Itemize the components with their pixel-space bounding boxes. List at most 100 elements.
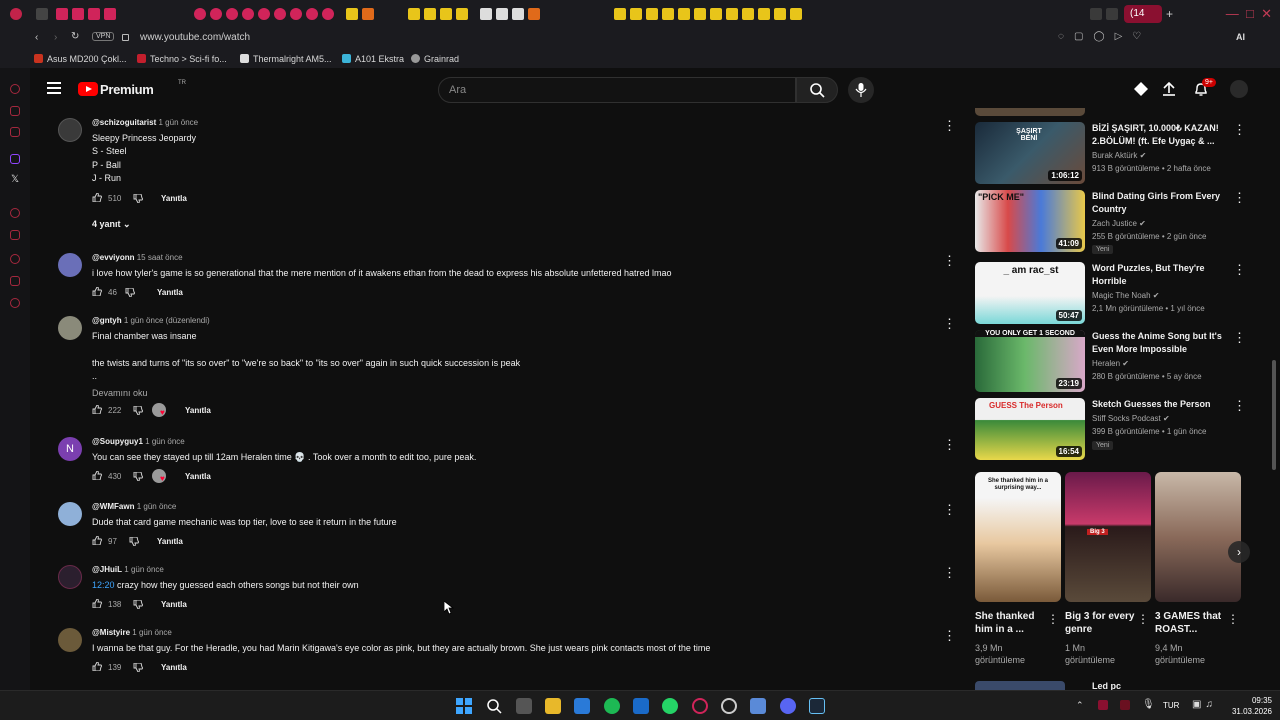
comment-author[interactable]: @Soupyguy1 [92, 437, 143, 446]
tab-icon[interactable] [1106, 8, 1118, 20]
aria-icon[interactable]: AI [1236, 32, 1245, 42]
more-options-icon[interactable]: ⋮ [943, 565, 956, 581]
tab-icon[interactable] [662, 8, 674, 20]
reply-button[interactable]: Yanıtla [161, 600, 187, 609]
sidebar-icon[interactable] [10, 208, 20, 218]
tab-icon[interactable] [56, 8, 68, 20]
tab-icon[interactable] [362, 8, 374, 20]
dislike-icon[interactable] [133, 600, 143, 610]
comment-time[interactable]: 1 gün önce [145, 437, 185, 446]
comment-time[interactable]: 15 saat önce [137, 253, 183, 262]
tab-icon[interactable] [104, 8, 116, 20]
premium-logo-text[interactable]: Premium [100, 82, 154, 97]
scrollbar[interactable] [1272, 360, 1276, 470]
tab-icon[interactable] [88, 8, 100, 20]
system-tray-icons[interactable]: ▣♫ [1192, 699, 1217, 710]
tab-icon[interactable] [630, 8, 642, 20]
more-options-icon[interactable]: ⋮ [1137, 612, 1149, 626]
search-input[interactable] [439, 78, 795, 102]
url-field[interactable]: www.youtube.com/watch [140, 32, 250, 43]
short-title[interactable]: 3 GAMES that ROAST... [1155, 610, 1225, 636]
tab-icon[interactable] [36, 8, 48, 20]
bookmark-item[interactable]: A101 Ekstra [342, 54, 404, 64]
tab-icon[interactable] [408, 8, 420, 20]
video-thumbnail[interactable]: ŞAŞIRT BENİ 1:06:12 [975, 122, 1085, 184]
avatar[interactable] [58, 316, 82, 340]
like-icon[interactable] [92, 536, 102, 546]
comment-author[interactable]: @gntyh [92, 316, 122, 325]
bookmark-item[interactable]: Thermalright AM5... [240, 54, 332, 64]
video-thumbnail[interactable]: _ am rac_st 50:47 [975, 262, 1085, 324]
language-indicator[interactable]: TUR [1163, 701, 1179, 710]
video-thumbnail[interactable]: YOU ONLY GET 1 SECOND 23:19 [975, 330, 1085, 392]
discord-icon[interactable] [780, 698, 796, 714]
tab-icon[interactable] [440, 8, 452, 20]
vscode-icon[interactable] [633, 698, 649, 714]
tab-icon[interactable] [528, 8, 540, 20]
comment-time[interactable]: 1 gün önce [137, 502, 177, 511]
task-view-icon[interactable] [516, 698, 532, 714]
timestamp-link[interactable]: 12:20 [92, 580, 115, 590]
like-icon[interactable] [92, 287, 102, 297]
comment-author[interactable]: @schizoguitarist [92, 118, 156, 127]
more-options-icon[interactable]: ⋮ [943, 502, 956, 518]
related-video[interactable]: GUESS The Person 16:54 Sketch Guesses th… [975, 398, 1250, 462]
reply-button[interactable]: Yanıtla [185, 472, 211, 481]
video-thumbnail[interactable] [975, 681, 1065, 690]
video-thumbnail[interactable]: "PICK ME" 41:09 [975, 190, 1085, 252]
short-thumbnail[interactable] [1155, 472, 1241, 602]
bookmark-item[interactable]: Grainrad [411, 54, 459, 64]
video-title[interactable]: Sketch Guesses the Person [1092, 398, 1222, 411]
tab-icon[interactable] [226, 8, 238, 20]
video-title[interactable]: BİZİ ŞAŞIRT, 10.000₺ KAZAN! 2.BÖLÜM! (ft… [1092, 122, 1222, 147]
tab-icon[interactable] [774, 8, 786, 20]
video-title[interactable]: Blind Dating Girls From Every Country [1092, 190, 1222, 215]
tab-icon[interactable] [306, 8, 318, 20]
like-icon[interactable] [92, 471, 102, 481]
reply-button[interactable]: Yanıtla [157, 537, 183, 546]
avatar[interactable] [58, 565, 82, 589]
comment-author[interactable]: @WMFawn [92, 502, 134, 511]
tab-icon[interactable] [424, 8, 436, 20]
short-title[interactable]: Big 3 for every genre [1065, 610, 1135, 636]
active-tab[interactable]: (14 [1124, 5, 1162, 23]
reload-icon[interactable]: ↻ [71, 31, 79, 42]
dislike-icon[interactable] [133, 193, 143, 203]
tab-icon[interactable] [646, 8, 658, 20]
more-options-icon[interactable]: ⋮ [1233, 262, 1246, 278]
comment-time[interactable]: 1 gün önce [159, 118, 199, 127]
channel-name[interactable]: Burak Aktürk ✔ [1092, 151, 1146, 160]
tray-icon[interactable] [1098, 700, 1108, 710]
more-options-icon[interactable]: ⋮ [943, 437, 956, 453]
tab-icon[interactable] [290, 8, 302, 20]
tab-icon[interactable] [194, 8, 206, 20]
account-avatar[interactable] [1230, 80, 1248, 98]
comment-author[interactable]: @evviyonn [92, 253, 134, 262]
comment-author[interactable]: @JHuiL [92, 565, 122, 574]
video-thumbnail[interactable]: GUESS The Person 16:54 [975, 398, 1085, 460]
tray-icon[interactable] [1120, 700, 1130, 710]
tab-icon[interactable] [210, 8, 222, 20]
tab-icon[interactable] [790, 8, 802, 20]
sidebar-icon[interactable] [10, 106, 20, 116]
related-video[interactable]: _ am rac_st 50:47 Word Puzzles, But They… [975, 262, 1250, 326]
tab-icon[interactable] [694, 8, 706, 20]
tab-icon[interactable] [758, 8, 770, 20]
more-options-icon[interactable]: ⋮ [943, 118, 956, 134]
comment-time[interactable]: 1 gün önce (düzenlendi) [124, 316, 210, 325]
video-thumbnail[interactable] [975, 108, 1085, 116]
more-options-icon[interactable]: ⋮ [1227, 612, 1239, 626]
read-more-link[interactable]: Devamını oku [92, 388, 922, 398]
search-button[interactable] [796, 77, 838, 103]
more-options-icon[interactable]: ⋮ [1233, 398, 1246, 414]
more-options-icon[interactable]: ⋮ [1233, 330, 1246, 346]
tab-icon[interactable] [1090, 8, 1102, 20]
tab-icon[interactable] [346, 8, 358, 20]
chevron-right-icon[interactable]: › [1228, 541, 1250, 563]
tab-icon[interactable] [742, 8, 754, 20]
dislike-icon[interactable] [133, 405, 143, 415]
dislike-icon[interactable] [129, 537, 139, 547]
related-video[interactable]: ŞAŞIRT BENİ 1:06:12 BİZİ ŞAŞIRT, 10.000₺… [975, 122, 1250, 186]
settings-icon[interactable] [721, 698, 737, 714]
tab-icon[interactable] [322, 8, 334, 20]
